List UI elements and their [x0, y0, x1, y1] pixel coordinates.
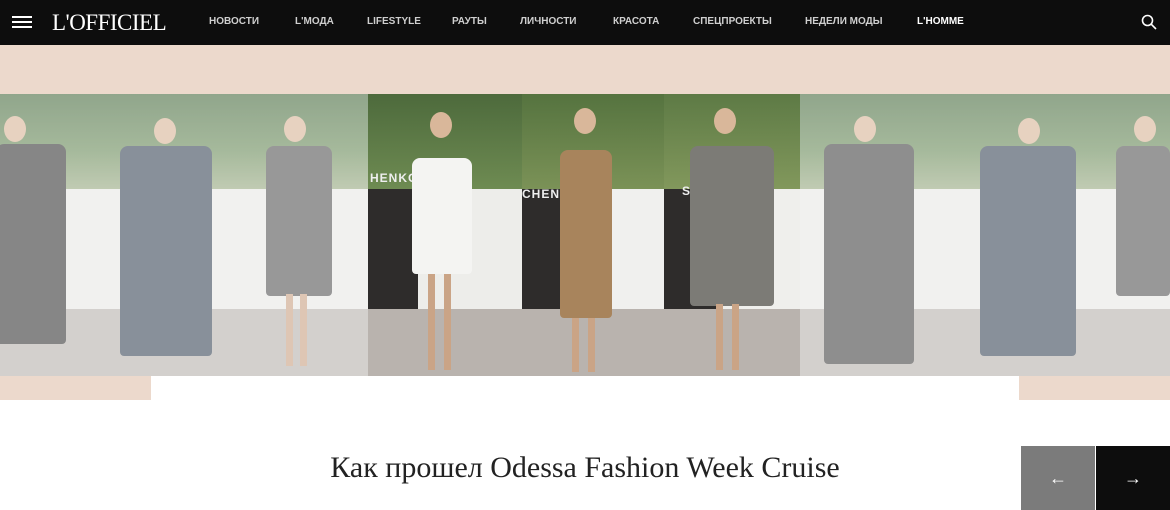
nav-item-fashion[interactable]: L'МОДА — [295, 15, 334, 29]
hero-image-panel — [0, 94, 90, 376]
arrow-right-icon: → — [1124, 468, 1142, 488]
hero-image-panel — [238, 94, 368, 376]
hero-image-panel — [800, 94, 946, 376]
hero-image-panel — [946, 94, 1098, 376]
nav-item-fashion-weeks[interactable]: НЕДЕЛИ МОДЫ — [805, 15, 883, 29]
article-title[interactable]: Как прошел Odessa Fashion Week Cruise — [151, 450, 1019, 486]
nav-item-beauty[interactable]: КРАСОТА — [613, 15, 659, 29]
hero-image-panel: FASHIO CHENKO — [522, 94, 664, 376]
nav-item-lhomme[interactable]: L'HOMME — [917, 15, 964, 29]
nav-item-lifestyle[interactable]: LIFESTYLE — [367, 15, 421, 29]
hero-image-strip[interactable]: HENKO FASHIO CHENKO SAVC — [0, 94, 1170, 376]
hero-image-panel — [90, 94, 238, 376]
nav-item-special-projects[interactable]: СПЕЦПРОЕКТЫ — [693, 15, 772, 29]
hero-image-panel — [1098, 94, 1170, 376]
article-title-card — [151, 376, 1019, 510]
top-navigation-bar: L'OFFICIEL НОВОСТИ L'МОДА LIFESTYLE РАУТ… — [0, 0, 1170, 45]
nav-item-events[interactable]: РАУТЫ — [452, 15, 487, 29]
hero-image-panel: HENKO — [368, 94, 522, 376]
nav-item-people[interactable]: ЛИЧНОСТИ — [520, 15, 577, 29]
nav-item-news[interactable]: НОВОСТИ — [209, 15, 259, 29]
menu-icon[interactable] — [12, 16, 32, 29]
site-logo[interactable]: L'OFFICIEL — [52, 8, 167, 38]
carousel-next-button[interactable]: → — [1096, 446, 1170, 510]
carousel-prev-button[interactable]: ← — [1021, 446, 1095, 510]
search-icon[interactable] — [1141, 14, 1157, 30]
arrow-left-icon: ← — [1049, 468, 1067, 488]
hero-image-panel: SAVC — [664, 94, 800, 376]
